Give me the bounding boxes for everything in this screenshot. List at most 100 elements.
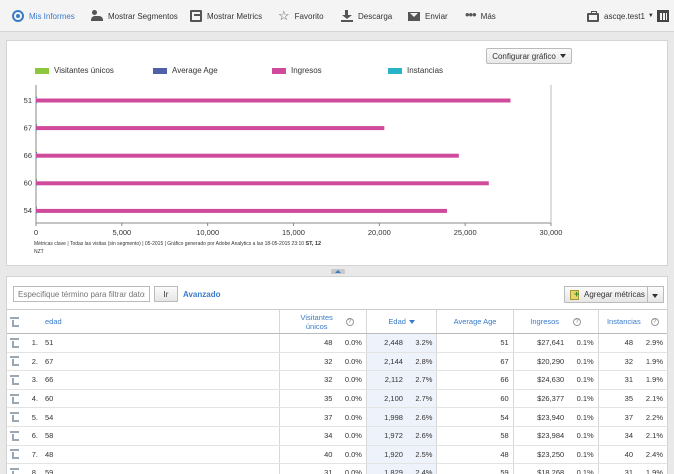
instances-value: 37 bbox=[597, 407, 637, 427]
show-segments-button[interactable]: Mostrar Segmentos bbox=[91, 8, 178, 24]
collapse-chart-toggle[interactable] bbox=[331, 269, 345, 274]
row-breakdown-icon[interactable] bbox=[7, 352, 21, 372]
instances-header-label: Instancias bbox=[606, 317, 641, 326]
age-percent: 2.8% bbox=[406, 352, 437, 372]
x-tick-label: 10,000 bbox=[196, 228, 219, 237]
age-header[interactable]: Edad bbox=[365, 309, 437, 334]
row-dimension-value[interactable]: 67 bbox=[41, 352, 279, 372]
row-breakdown-icon[interactable] bbox=[7, 463, 21, 474]
people-icon bbox=[91, 10, 103, 22]
bar-average-age-66 bbox=[36, 152, 38, 154]
row-dimension-value[interactable]: 66 bbox=[41, 370, 279, 390]
add-metrics-button[interactable]: Agregar métricas bbox=[564, 286, 648, 303]
unique-visitors-value: 34 bbox=[278, 426, 337, 446]
bar-instancias-51 bbox=[36, 102, 37, 104]
download-button[interactable]: Descarga bbox=[341, 8, 392, 24]
bar-average-age-67 bbox=[36, 124, 38, 126]
age-value: 1,972 bbox=[365, 426, 407, 446]
table-row[interactable]: 5. 54 37 0.0% 1,998 2.6% 54 $23,940 0.1% 37 2.2% bbox=[7, 407, 667, 427]
age-percent: 2.4% bbox=[406, 463, 437, 474]
ranked-table: edad Visitantes únicos? Edad Average Age… bbox=[7, 309, 667, 474]
unique-visitors-value: 37 bbox=[278, 407, 337, 427]
table-row[interactable]: 2. 67 32 0.0% 2,144 2.8% 67 $20,290 0.1% 32 1.9% bbox=[7, 352, 667, 372]
table-row[interactable]: 6. 58 34 0.0% 1,972 2.6% 58 $23,984 0.1% 34 2.1% bbox=[7, 426, 667, 446]
dimension-header[interactable]: edad bbox=[41, 309, 279, 334]
bar-ingresos-67 bbox=[36, 126, 385, 131]
chart-footnote: Métricas clave | Todas las visitas (sin … bbox=[34, 240, 334, 256]
y-category-label: 60 bbox=[24, 179, 32, 188]
my-reports-button[interactable]: Mis Informes bbox=[12, 8, 75, 24]
calendar-button[interactable] bbox=[657, 8, 674, 24]
bar-visitantes-nicos-66 bbox=[36, 150, 37, 152]
age-value: 2,144 bbox=[365, 352, 407, 372]
add-metrics-dropdown[interactable] bbox=[648, 286, 664, 303]
help-icon[interactable]: ? bbox=[573, 317, 582, 326]
send-button[interactable]: Enviar bbox=[408, 8, 448, 24]
help-icon[interactable]: ? bbox=[345, 317, 354, 326]
more-button[interactable]: ••• Más bbox=[465, 8, 496, 24]
row-dimension-value[interactable]: 51 bbox=[41, 333, 279, 353]
revenue-percent: 0.1% bbox=[568, 463, 599, 474]
add-metrics-label: Agregar métricas bbox=[584, 290, 645, 299]
age-value: 1,998 bbox=[365, 407, 407, 427]
breakdown-icon bbox=[9, 356, 19, 367]
revenue-value: $18,268 bbox=[512, 463, 569, 474]
row-breakdown-icon[interactable] bbox=[7, 445, 21, 465]
average-age-value: 48 bbox=[436, 445, 514, 465]
row-breakdown-icon[interactable] bbox=[7, 407, 21, 427]
download-icon bbox=[341, 10, 353, 22]
row-dimension-value[interactable]: 60 bbox=[41, 389, 279, 409]
mail-icon bbox=[408, 11, 420, 21]
revenue-header[interactable]: Ingresos? bbox=[512, 309, 599, 334]
row-dimension-value[interactable]: 59 bbox=[41, 463, 279, 474]
row-breakdown-icon[interactable] bbox=[7, 426, 21, 446]
instances-value: 34 bbox=[597, 426, 637, 446]
more-icon: ••• bbox=[465, 7, 477, 22]
row-breakdown-icon[interactable] bbox=[7, 389, 21, 409]
footnote-timezone: ST, 12 bbox=[305, 241, 322, 247]
filter-input[interactable] bbox=[13, 286, 150, 302]
average-age-value: 54 bbox=[436, 407, 514, 427]
revenue-percent: 0.1% bbox=[568, 352, 599, 372]
go-button[interactable]: Ir bbox=[154, 286, 178, 302]
add-metric-icon bbox=[570, 289, 579, 300]
x-tick-label: 25,000 bbox=[454, 228, 477, 237]
unique-visitors-percent: 0.0% bbox=[336, 370, 367, 390]
row-breakdown-icon[interactable] bbox=[7, 370, 21, 390]
favorite-button[interactable]: ☆ Favorito bbox=[278, 8, 324, 24]
row-dimension-value[interactable]: 54 bbox=[41, 407, 279, 427]
age-percent: 2.6% bbox=[406, 407, 437, 427]
revenue-value: $24,630 bbox=[512, 370, 569, 390]
revenue-percent: 0.1% bbox=[568, 445, 599, 465]
breakdown-header-icon[interactable] bbox=[7, 309, 21, 334]
unique-visitors-percent: 0.0% bbox=[336, 426, 367, 446]
table-row[interactable]: 3. 66 32 0.0% 2,112 2.7% 66 $24,630 0.1% 31 1.9% bbox=[7, 370, 667, 390]
average-age-value: 59 bbox=[436, 463, 514, 474]
table-row[interactable]: 7. 48 40 0.0% 1,920 2.5% 48 $23,250 0.1% 40 2.4% bbox=[7, 445, 667, 465]
help-icon[interactable]: ? bbox=[650, 317, 659, 326]
unique-visitors-header[interactable]: Visitantes únicos? bbox=[278, 309, 367, 334]
age-percent: 2.7% bbox=[406, 370, 437, 390]
row-rank: 3. bbox=[21, 370, 41, 390]
breakdown-icon bbox=[9, 374, 19, 385]
row-rank: 1. bbox=[21, 333, 41, 353]
row-dimension-value[interactable]: 48 bbox=[41, 445, 279, 465]
row-dimension-value[interactable]: 58 bbox=[41, 426, 279, 446]
row-breakdown-icon[interactable] bbox=[7, 333, 21, 353]
average-age-header[interactable]: Average Age bbox=[436, 309, 514, 334]
unique-visitors-percent: 0.0% bbox=[336, 389, 367, 409]
report-suite-selector[interactable]: ascqe.test1 ▼ bbox=[587, 8, 654, 24]
age-value: 2,448 bbox=[365, 333, 407, 353]
advanced-link[interactable]: Avanzado bbox=[183, 290, 221, 299]
bar-chart: 0 5,000 10,000 15,000 20,000 25,000 30,000 51 67… bbox=[24, 85, 562, 237]
show-metrics-button[interactable]: Mostrar Metrics bbox=[190, 8, 262, 24]
unique-visitors-value: 32 bbox=[278, 370, 337, 390]
footnote-text: Métricas clave | Todas las visitas (sin … bbox=[34, 241, 305, 247]
revenue-header-label: Ingresos bbox=[530, 317, 560, 326]
instances-header[interactable]: Instancias? bbox=[597, 309, 667, 334]
table-row[interactable]: 1. 51 48 0.0% 2,448 3.2% 51 $27,641 0.1% 48 2.9% bbox=[7, 333, 667, 353]
unique-visitors-value: 40 bbox=[278, 445, 337, 465]
table-row[interactable]: 4. 60 35 0.0% 2,100 2.7% 60 $26,377 0.1% 35 2.1% bbox=[7, 389, 667, 409]
age-percent: 2.7% bbox=[406, 389, 437, 409]
table-row[interactable]: 8. 59 31 0.0% 1,829 2.4% 59 $18,268 0.1% 31 1.9% bbox=[7, 463, 667, 474]
